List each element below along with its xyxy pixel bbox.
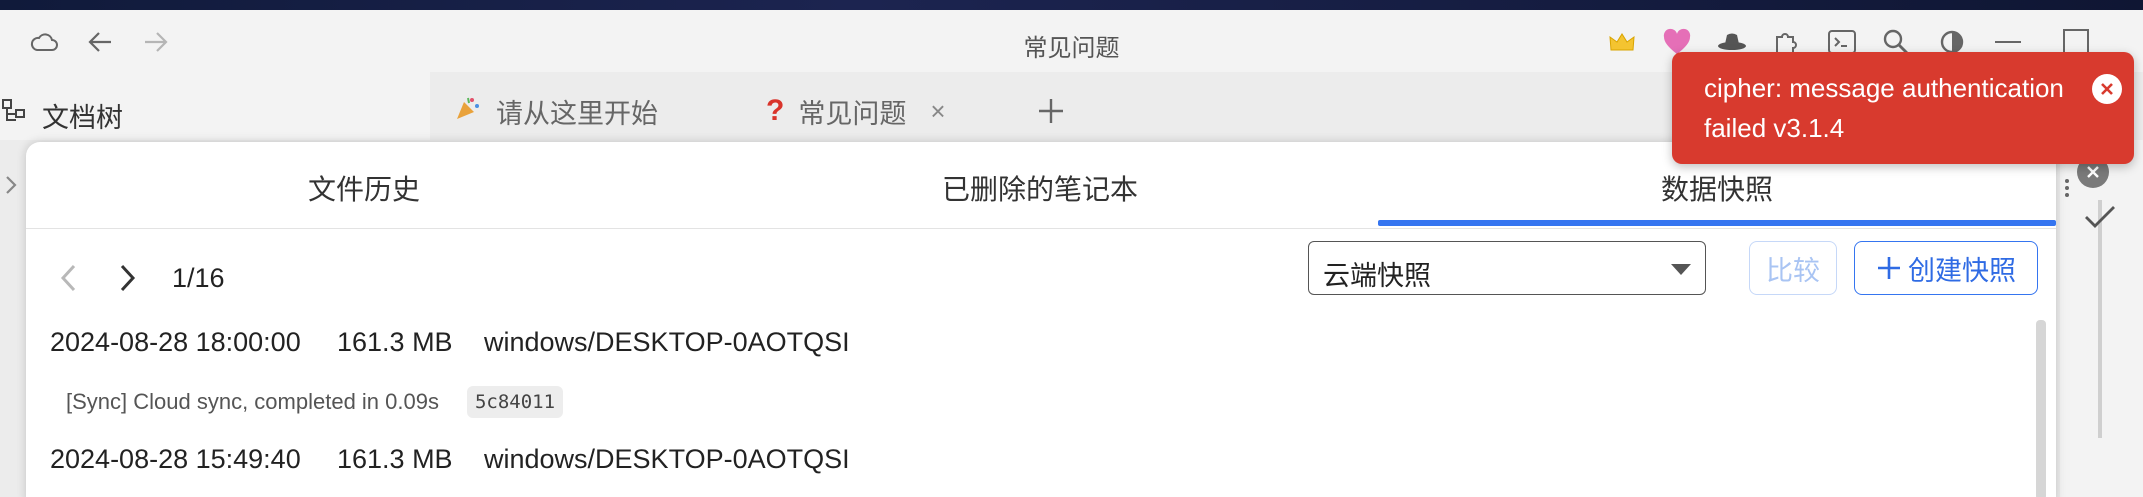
toast-close-icon[interactable] [2092,74,2122,104]
snapshot-row[interactable]: 2024-08-28 15:49:40 161.3 MB windows/DESKT… [50,444,850,475]
party-icon [454,94,482,129]
pager-prev-icon[interactable] [54,261,84,295]
dialog-scrollbar[interactable] [2036,320,2046,497]
snapshot-hash[interactable]: 5c84011 [466,386,564,418]
snapshot-date: 2024-08-28 18:00:00 [50,327,301,357]
more-icon[interactable] [2064,178,2070,203]
snapshot-device: windows/DESKTOP-0AOTQSI [484,444,850,474]
app-window: 常见问题 文档树 请从这里开始 ? 常见问题 × 文件历史 已删除的笔记本 数据… [0,0,2143,497]
tab-close-icon[interactable]: × [930,96,945,127]
snapshot-source-select[interactable]: 云端快照 [1308,241,1706,295]
active-tab-indicator [1378,220,2056,226]
sync-memo-text: [Sync] Cloud sync, completed in 0.09s [66,389,439,414]
plus-icon [1876,255,1902,281]
tab-label: 常见问题 [798,98,907,129]
pager-next-icon[interactable] [112,261,142,295]
desktop-background-strip [0,0,2143,10]
snapshot-size: 161.3 MB [337,444,453,474]
doctree-icon [2,98,28,129]
question-icon: ? [766,94,785,127]
compare-button[interactable]: 比较 [1749,241,1837,295]
tab-deleted-notebooks[interactable]: 已删除的笔记本 [702,168,1378,208]
snapshot-size: 161.3 MB [337,327,453,357]
toast-message: cipher: message authentication failed v3… [1704,73,2064,143]
pager-count: 1/16 [172,263,225,293]
tab-file-history[interactable]: 文件历史 [26,168,702,208]
right-scrollbar[interactable] [2098,200,2102,438]
new-tab-button[interactable] [1036,82,1066,140]
caret-down-icon [1671,264,1691,275]
snapshot-row[interactable]: 2024-08-28 18:00:00 161.3 MB windows/DESKT… [50,327,850,358]
snapshot-date: 2024-08-28 15:49:40 [50,444,301,474]
select-value: 云端快照 [1323,261,1431,291]
doctree-header: 文档树 [0,72,430,140]
tab-data-snapshots[interactable]: 数据快照 [1378,168,2056,208]
create-snapshot-button[interactable]: 创建快照 [1854,241,2038,295]
doctree-label: 文档树 [42,103,123,133]
tab-label: 请从这里开始 [496,98,658,129]
snapshot-memo: [Sync] Cloud sync, completed in 0.09s 5c… [66,386,564,418]
tab-start-here[interactable]: 请从这里开始 [454,82,658,140]
crown-icon[interactable] [1604,24,1640,60]
snapshot-device: windows/DESKTOP-0AOTQSI [484,327,850,357]
create-snapshot-label: 创建快照 [1908,255,2016,286]
tab-faq[interactable]: ? 常见问题 × [766,82,946,140]
check-icon[interactable] [2084,204,2116,235]
error-toast: cipher: message authentication failed v3… [1672,52,2134,164]
chevron-right-icon[interactable] [4,174,18,201]
plus-icon [1039,99,1063,123]
